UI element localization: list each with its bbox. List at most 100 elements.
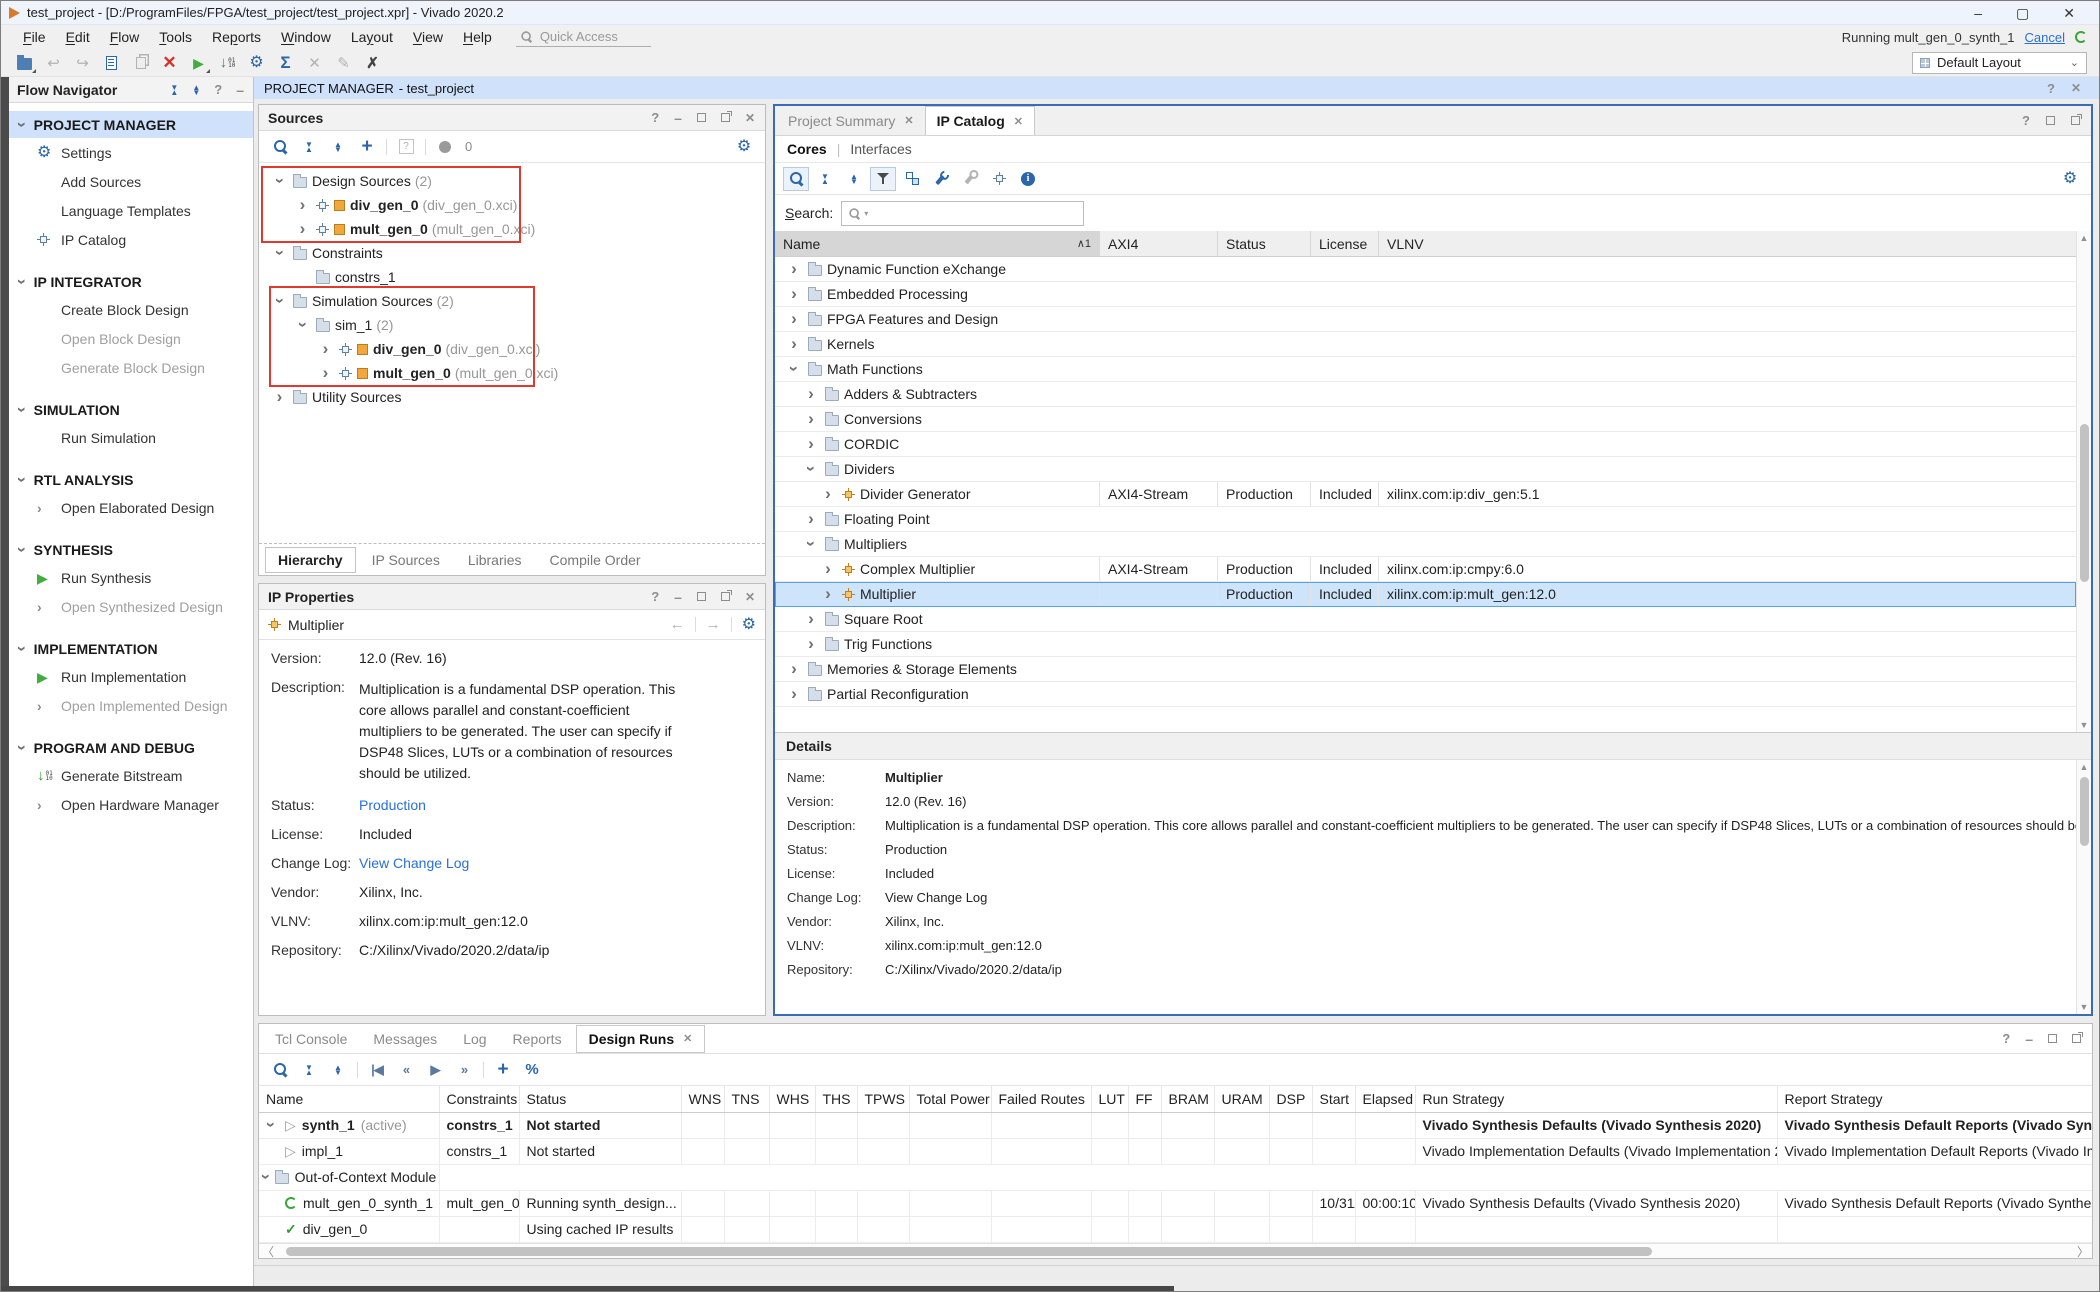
close-icon[interactable]: ✕ xyxy=(2071,81,2081,95)
detail-value[interactable]: View Change Log xyxy=(885,890,987,905)
tree-item-constraints[interactable]: ›Constraints xyxy=(259,241,765,265)
column-header-bram[interactable]: BRAM xyxy=(1161,1086,1214,1112)
ip-catalog-question-button[interactable]: ? xyxy=(2022,113,2030,128)
sources-minimize-button[interactable]: – xyxy=(674,110,682,126)
ip-catalog-expand-all-button[interactable]: ▲▼ xyxy=(841,167,867,191)
redo-button[interactable]: ↪ xyxy=(69,51,96,75)
collapse-expander-icon[interactable]: › xyxy=(263,1172,269,1182)
close-tab-icon[interactable]: ✕ xyxy=(683,1032,692,1045)
flow-section-header-synthesis[interactable]: ›SYNTHESIS xyxy=(9,536,253,563)
menu-reports[interactable]: Reports xyxy=(202,27,271,47)
design-runs-search-button[interactable] xyxy=(267,1058,293,1082)
design-runs-play-gray-button[interactable]: ▶ xyxy=(422,1058,448,1082)
collapse-expander-icon[interactable]: › xyxy=(802,464,820,474)
property-value[interactable]: View Change Log xyxy=(359,855,469,871)
menu-edit[interactable]: Edit xyxy=(56,27,100,47)
forward-arrow-icon[interactable]: → xyxy=(706,616,721,633)
tree-item-sim-1[interactable]: ›sim_1 (2) xyxy=(259,313,765,337)
results-maximize-button[interactable] xyxy=(2048,1034,2057,1043)
cancel-run-button[interactable]: ✕ xyxy=(156,51,183,75)
detail-value[interactable]: Production xyxy=(885,842,947,857)
collapse-expander-icon[interactable]: › xyxy=(271,176,288,186)
sources-plus-button[interactable]: + xyxy=(354,135,380,159)
column-header-elapsed[interactable]: Elapsed xyxy=(1355,1086,1415,1112)
flow-item-add-sources[interactable]: Add Sources xyxy=(9,167,253,196)
ip-catalog-row-embedded-processing[interactable]: ›Embedded Processing xyxy=(775,282,2076,307)
column-header-failed-routes[interactable]: Failed Routes xyxy=(991,1086,1091,1112)
tab-interfaces[interactable]: Interfaces xyxy=(850,141,911,157)
column-header-constraints[interactable]: Constraints xyxy=(439,1086,519,1112)
design-run-row-mult-gen-0-synth-1[interactable]: mult_gen_0_synth_1mult_gen_0Running synt… xyxy=(259,1190,2092,1216)
tab-messages[interactable]: Messages xyxy=(361,1026,449,1052)
expand-expander-icon[interactable]: › xyxy=(785,664,803,674)
collapse-expander-icon[interactable]: › xyxy=(19,117,25,133)
column-header-status[interactable]: Status xyxy=(519,1086,681,1112)
close-tab-icon[interactable]: ✕ xyxy=(1014,115,1023,128)
ip-catalog-maximize-button[interactable] xyxy=(2046,116,2055,125)
collapse-expander-icon[interactable]: › xyxy=(263,1120,279,1130)
column-header-run-strategy[interactable]: Run Strategy xyxy=(1415,1086,1777,1112)
column-header-start[interactable]: Start xyxy=(1312,1086,1355,1112)
ip-catalog-row-math-functions[interactable]: ›Math Functions xyxy=(775,357,2076,382)
expand-expander-icon[interactable]: › xyxy=(802,414,820,424)
results-minimize-button[interactable]: – xyxy=(2025,1031,2033,1047)
ip-catalog-row-memories-storage-elements[interactable]: ›Memories & Storage Elements xyxy=(775,657,2076,682)
edit-button[interactable]: ✎ xyxy=(330,51,357,75)
clear-button[interactable]: ✕ xyxy=(301,51,328,75)
tab-compile-order[interactable]: Compile Order xyxy=(538,548,653,572)
ip-catalog-row-divider-generator[interactable]: ›Divider GeneratorAXI4-StreamProductionI… xyxy=(775,482,2076,507)
sources-collapse-all-button[interactable]: ▼▲ xyxy=(296,135,322,159)
editor-tab-ip-catalog[interactable]: IP Catalog✕ xyxy=(925,106,1035,135)
tab-design-runs[interactable]: Design Runs✕ xyxy=(576,1025,706,1053)
ip-catalog-funnel-button[interactable] xyxy=(870,167,896,191)
column-header-dsp[interactable]: DSP xyxy=(1269,1086,1312,1112)
expand-expander-icon[interactable]: › xyxy=(317,368,334,378)
menu-flow[interactable]: Flow xyxy=(100,27,150,47)
tab-reports[interactable]: Reports xyxy=(501,1026,574,1052)
tree-item-mult-gen-0[interactable]: ›mult_gen_0 (mult_gen_0.xci) xyxy=(259,361,765,385)
column-header-axi4[interactable]: AXI4 xyxy=(1100,231,1218,256)
expand-expander-icon[interactable]: › xyxy=(294,224,311,234)
details-scrollbar[interactable]: ▲ ▼ xyxy=(2076,760,2091,1014)
flow-item-open-hardware-manager[interactable]: ›Open Hardware Manager xyxy=(9,790,253,819)
flow-navigator-question-button[interactable]: ? xyxy=(214,82,222,97)
ip-catalog-row-conversions[interactable]: ›Conversions xyxy=(775,407,2076,432)
flow-item-language-templates[interactable]: Language Templates xyxy=(9,196,253,225)
menu-layout[interactable]: Layout xyxy=(341,27,403,47)
sources-dot-badge-button[interactable] xyxy=(432,135,458,159)
tree-item-simulation-sources[interactable]: ›Simulation Sources (2) xyxy=(259,289,765,313)
column-header-lut[interactable]: LUT xyxy=(1091,1086,1128,1112)
column-header-name[interactable]: Name xyxy=(259,1086,439,1112)
sources-search-button[interactable] xyxy=(267,135,293,159)
menu-window[interactable]: Window xyxy=(271,27,341,47)
flow-navigator-expand-all-button[interactable]: ▲▼ xyxy=(192,85,200,95)
design-run-row-out-of-context-module-runs[interactable]: ›Out-of-Context Module Runs xyxy=(259,1164,2092,1190)
ip-catalog-row-partial-reconfiguration[interactable]: ›Partial Reconfiguration xyxy=(775,682,2076,707)
editor-tab-project-summary[interactable]: Project Summary✕ xyxy=(777,106,925,135)
run-button[interactable]: ▶ xyxy=(185,51,212,75)
tree-item-mult-gen-0[interactable]: ›mult_gen_0 (mult_gen_0.xci) xyxy=(259,217,765,241)
flow-navigator-minimize-button[interactable]: – xyxy=(236,82,244,98)
sources-maximize-button[interactable] xyxy=(697,113,706,122)
design-runs-last-button[interactable]: » xyxy=(451,1058,477,1082)
gear-icon[interactable]: ⚙ xyxy=(742,617,756,633)
column-header-tns[interactable]: TNS xyxy=(724,1086,769,1112)
settings-button[interactable]: ⚙ xyxy=(243,51,270,75)
design-runs-expand-all-button[interactable]: ▲▼ xyxy=(325,1058,351,1082)
unselect-button[interactable]: ✗ xyxy=(359,51,386,75)
tree-item-div-gen-0[interactable]: ›div_gen_0 (div_gen_0.xci) xyxy=(259,193,765,217)
flow-item-settings[interactable]: ⚙Settings xyxy=(9,138,253,167)
tree-item-utility-sources[interactable]: ›Utility Sources xyxy=(259,385,765,409)
collapse-expander-icon[interactable]: › xyxy=(294,320,311,330)
tree-item-div-gen-0[interactable]: ›div_gen_0 (div_gen_0.xci) xyxy=(259,337,765,361)
sources-question-button[interactable]: ? xyxy=(651,110,659,125)
tab-cores[interactable]: Cores xyxy=(787,141,827,157)
window-maximize-button[interactable]: ▢ xyxy=(2016,6,2029,20)
horizontal-scrollbar[interactable]: 〈 〉 xyxy=(259,1243,2092,1258)
tab-tcl-console[interactable]: Tcl Console xyxy=(263,1026,359,1052)
sources-float-button[interactable] xyxy=(721,113,730,122)
tab-log[interactable]: Log xyxy=(451,1026,498,1052)
ip-catalog-row-adders-subtracters[interactable]: ›Adders & Subtracters xyxy=(775,382,2076,407)
expand-expander-icon[interactable]: › xyxy=(294,200,311,210)
report-button[interactable]: Σ xyxy=(272,51,299,75)
